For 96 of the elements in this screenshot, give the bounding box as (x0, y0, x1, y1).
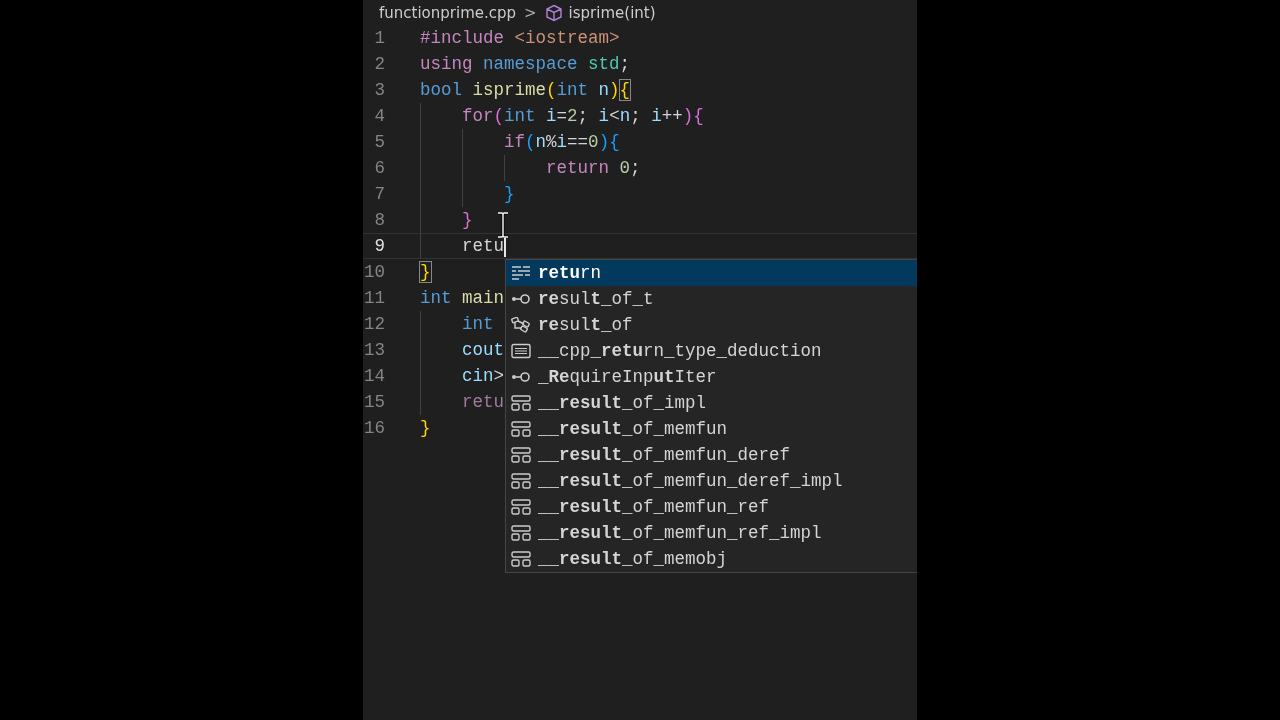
line-number: 3 (373, 80, 385, 100)
code-token: ++ (661, 106, 683, 126)
code-token: return (545, 158, 610, 178)
line-number: 11 (363, 288, 385, 308)
code-token: retu (461, 236, 504, 256)
suggestion-item[interactable]: __result_of_memfun_deref_impl (506, 468, 917, 494)
code-token: ( (546, 80, 557, 100)
type-parameter-icon (511, 291, 531, 307)
line-number: 5 (373, 132, 385, 152)
breadcrumb-separator: > (524, 3, 537, 22)
code-token: n (597, 80, 610, 100)
code-token: for (461, 106, 494, 126)
code-token: i (545, 106, 557, 126)
code-token: ; (577, 106, 590, 126)
code-token: std (587, 54, 620, 74)
code-token: 0 (618, 158, 631, 178)
line-number: 16 (363, 418, 385, 438)
code-token: retu (461, 392, 504, 412)
line-number: 8 (373, 210, 385, 230)
code-token: ; (630, 106, 642, 126)
breadcrumb-file[interactable]: functionprime.cpp (379, 3, 517, 22)
text-box-icon (511, 343, 531, 359)
code-token: ( (525, 132, 536, 152)
code-token: = (556, 106, 568, 126)
structure-icon (511, 317, 531, 333)
code-token: ; (630, 158, 641, 178)
code-token: % (546, 132, 557, 152)
suggestion-item[interactable]: __result_of_memfun_deref (506, 442, 917, 468)
line-number: 12 (363, 314, 385, 334)
code-token: ( (493, 106, 505, 126)
line-number: 10 (363, 262, 385, 282)
suggestion-item[interactable]: __cpp_return_type_deduction (506, 338, 917, 364)
line-number: 15 (363, 392, 385, 412)
code-token: 0 (588, 132, 599, 152)
code-token: bool (420, 80, 462, 100)
code-token: > (493, 366, 505, 386)
code-token: i (598, 106, 610, 126)
line-number: 14 (363, 366, 385, 386)
line-number: 6 (373, 158, 385, 178)
code-token: namespace (482, 54, 578, 74)
code-token: 2 (567, 106, 578, 126)
text-cursor-icon (497, 212, 509, 238)
code-token: } (503, 184, 515, 204)
code-token: cout (461, 340, 504, 360)
code-token: == (567, 132, 589, 152)
code-token: i (651, 106, 662, 126)
suggestion-item[interactable]: __result_of_memobj (506, 546, 917, 572)
code-token: } (420, 418, 431, 438)
code-token: n (535, 132, 547, 152)
code-token: isprime (471, 80, 547, 100)
code-token: } (420, 262, 431, 282)
struct-icon (511, 525, 531, 541)
code-token: #include (420, 28, 504, 48)
struct-icon (511, 395, 531, 411)
struct-icon (511, 499, 531, 515)
struct-icon (511, 473, 531, 489)
code-token: ){ (682, 106, 704, 126)
suggestion-item[interactable]: _RequireInputIter (506, 364, 917, 390)
suggestion-item[interactable]: __result_of_memfun_ref (506, 494, 917, 520)
code-token: n (619, 106, 631, 126)
suggestion-item[interactable]: __result_of_memfun_ref_impl (506, 520, 917, 546)
code-token: <iostream> (513, 28, 620, 48)
cube-icon (544, 3, 563, 22)
line-number: 4 (373, 106, 385, 126)
code-token: int (556, 80, 589, 100)
code-token: int (504, 106, 536, 126)
breadcrumb-symbol[interactable]: isprime(int) (568, 3, 656, 22)
struct-icon (511, 421, 531, 437)
code-token: cin (461, 366, 494, 386)
suggestion-item[interactable]: result_of_t (506, 286, 917, 312)
code-token: { (619, 80, 631, 100)
suggestion-item[interactable]: return (506, 260, 917, 286)
code-token: ; (619, 54, 631, 74)
code-token: ) (609, 80, 620, 100)
line-number: 2 (373, 54, 385, 74)
suggestion-item[interactable]: result_of (506, 312, 917, 338)
code-token: < (609, 106, 620, 126)
keyword-icon (511, 265, 531, 281)
line-number: 13 (363, 340, 385, 360)
code-token: main (461, 288, 505, 308)
code-token: int (420, 288, 452, 308)
code-token: int (461, 314, 494, 334)
code-token: ){ (598, 132, 620, 152)
struct-icon (511, 551, 531, 567)
text-caret (504, 235, 506, 257)
suggestion-item[interactable]: __result_of_memfun (506, 416, 917, 442)
code-token: if (503, 132, 526, 152)
struct-icon (511, 447, 531, 463)
type-parameter-icon (511, 369, 531, 385)
line-number: 1 (373, 28, 385, 48)
code-token: i (556, 132, 568, 152)
line-number: 7 (373, 184, 385, 204)
code-token: } (461, 210, 473, 230)
line-number: 9 (373, 236, 385, 256)
suggestion-item[interactable]: __result_of_impl (506, 390, 917, 416)
code-token: using (420, 54, 473, 74)
